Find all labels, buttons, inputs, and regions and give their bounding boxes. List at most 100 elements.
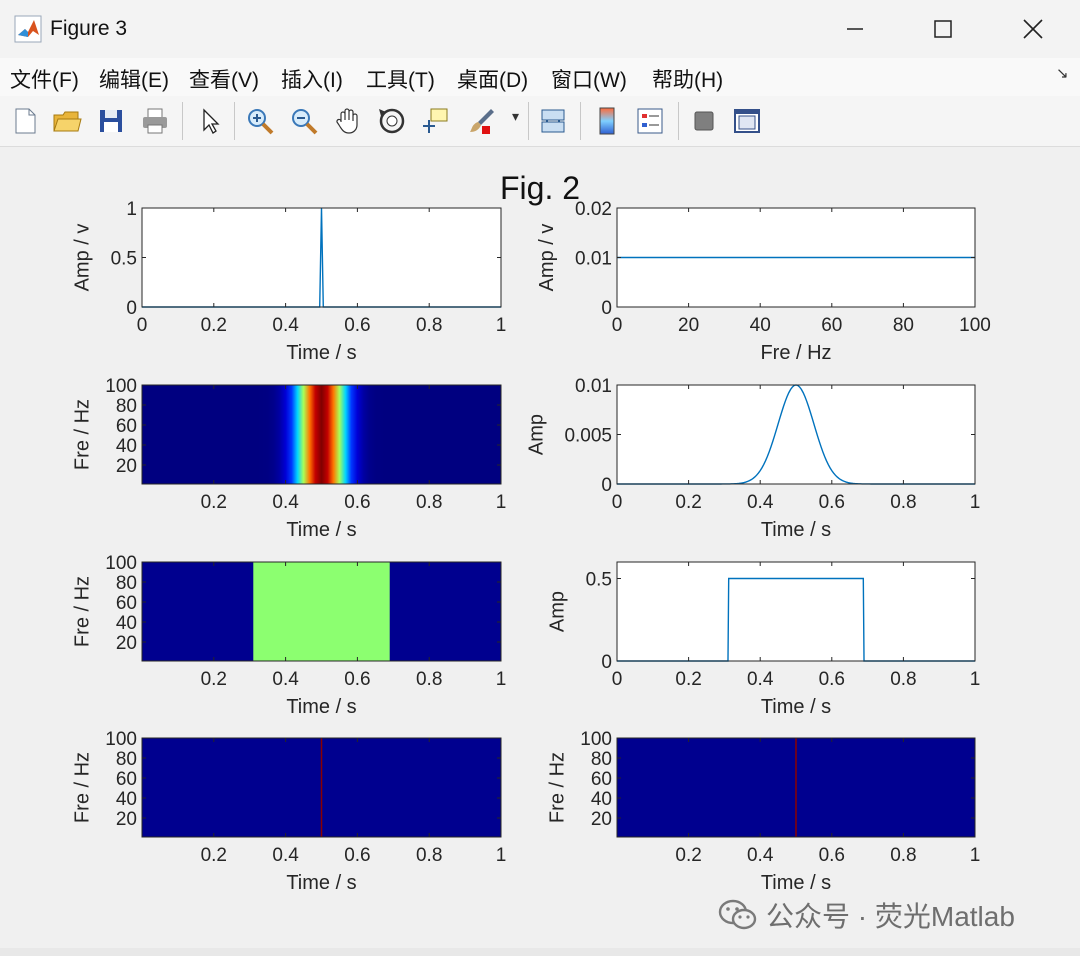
y-tick-label: 20	[116, 456, 137, 477]
y-tick-label: 0.01	[575, 376, 612, 397]
y-tick-label: 20	[116, 633, 137, 654]
x-axis-label: Fre / Hz	[760, 342, 831, 364]
watermark-text: 公众号 · 荧光Matlab	[766, 901, 1015, 932]
x-tick-label: 40	[750, 315, 771, 336]
y-axis-label: Fre / Hz	[547, 752, 569, 823]
x-tick-label: 0.4	[272, 845, 299, 866]
x-tick-label: 100	[959, 315, 991, 336]
x-axis-label: Time / s	[286, 342, 356, 364]
y-tick-label: 1	[126, 199, 137, 220]
y-tick-label: 80	[116, 749, 137, 770]
subplot-flat-spectrum: 0 20 40 60 80 100 0 0.01 0.02 Fre / Hz Amp / v	[536, 199, 991, 364]
x-tick-label: 0.8	[416, 315, 442, 336]
subplot-impulse-signal: 0 0.2 0.4 0.6 0.8 1 0 0.5 1 Time / s Amp / v	[72, 199, 507, 364]
x-tick-label: 0.2	[675, 845, 701, 866]
y-axis-label: Amp / v	[72, 224, 94, 292]
x-tick-label: 20	[678, 315, 699, 336]
y-tick-label: 40	[116, 789, 137, 810]
x-tick-label: 0.2	[675, 492, 701, 513]
x-tick-label: 0.2	[201, 669, 227, 690]
y-tick-label: 60	[591, 769, 612, 790]
x-tick-label: 80	[893, 315, 914, 336]
x-axis-label: Time / s	[286, 696, 356, 718]
y-tick-label: 20	[116, 809, 137, 830]
subplot-gaussian-window: 0 0.2 0.4 0.6 0.8 1 0 0.005 0.01 Time / s Amp	[526, 376, 981, 541]
y-tick-label: 40	[591, 789, 612, 810]
window-bottom-border	[0, 948, 1080, 956]
subplot-grid: 0 0.2 0.4 0.6 0.8 100.51Time / sAmp / v0 20 40 6…	[72, 199, 991, 894]
y-tick-label: 0.5	[111, 249, 137, 270]
y-tick-label: 0	[601, 475, 612, 496]
x-tick-label: 0.4	[272, 669, 299, 690]
y-tick-label: 80	[591, 749, 612, 770]
y-tick-label: 80	[116, 396, 137, 417]
x-tick-label: 1	[496, 845, 507, 866]
x-tick-label: 0.2	[201, 315, 227, 336]
x-tick-label: 0	[612, 492, 623, 513]
x-tick-label: 0.4	[747, 845, 774, 866]
x-tick-label: 0.2	[201, 492, 227, 513]
x-tick-label: 1	[496, 492, 507, 513]
x-tick-label: 0.8	[890, 669, 916, 690]
x-tick-label: 0.6	[344, 669, 370, 690]
x-tick-label: 0.6	[819, 492, 845, 513]
y-axis-label: Fre / Hz	[72, 399, 94, 470]
y-tick-label: 40	[116, 436, 137, 457]
y-tick-label: 100	[105, 553, 137, 574]
subplot-tf-impulse-line-a: 0.2 0.4 0.6 0.8 1 20406080100 Time / s Fre / Hz	[72, 729, 507, 894]
x-tick-label: 0.8	[890, 845, 916, 866]
x-tick-label: 0.8	[890, 492, 916, 513]
y-axis-label: Amp / v	[536, 224, 558, 292]
subplot-tf-gaussian-band: 0.2 0.4 0.6 0.8 1 20406080100 Time / s Fre / Hz	[72, 376, 507, 541]
x-tick-label: 0.6	[344, 315, 370, 336]
x-tick-label: 0.2	[201, 845, 227, 866]
y-tick-label: 60	[116, 769, 137, 790]
x-axis-label: Time / s	[286, 519, 356, 541]
y-axis-label: Amp	[547, 591, 569, 632]
watermark: 公众号 · 荧光Matlab	[718, 895, 1015, 935]
y-tick-label: 0	[601, 298, 612, 319]
x-tick-label: 0	[137, 315, 148, 336]
x-tick-label: 0.8	[416, 845, 442, 866]
y-tick-label: 0.02	[575, 199, 612, 220]
x-tick-label: 0.4	[272, 315, 299, 336]
x-tick-label: 0.4	[272, 492, 299, 513]
y-tick-label: 20	[591, 809, 612, 830]
heatmap-image	[142, 385, 501, 484]
axes-background	[617, 385, 975, 484]
y-axis-label: Fre / Hz	[72, 576, 94, 647]
subplot-tf-rect-band: 0.2 0.4 0.6 0.8 1 20406080100 Time / s Fre / Hz	[72, 553, 507, 718]
x-tick-label: 1	[496, 669, 507, 690]
y-tick-label: 100	[580, 729, 612, 750]
y-tick-label: 60	[116, 593, 137, 614]
x-tick-label: 0.2	[675, 669, 701, 690]
x-tick-label: 0.6	[819, 669, 845, 690]
y-tick-label: 0	[601, 652, 612, 673]
y-tick-label: 0	[126, 298, 137, 319]
y-tick-label: 0.005	[564, 426, 612, 447]
y-axis-label: Amp	[526, 414, 548, 455]
x-axis-label: Time / s	[286, 872, 356, 894]
x-tick-label: 0.6	[819, 845, 845, 866]
x-tick-label: 0.6	[344, 492, 370, 513]
heatmap-band	[253, 562, 390, 661]
x-tick-label: 0.8	[416, 492, 442, 513]
y-tick-label: 60	[116, 416, 137, 437]
y-axis-label: Fre / Hz	[72, 752, 94, 823]
x-tick-label: 1	[970, 669, 981, 690]
y-tick-label: 0.5	[586, 570, 612, 591]
y-tick-label: 80	[116, 573, 137, 594]
x-axis-label: Time / s	[761, 696, 831, 718]
subplot-tf-impulse-line-b: 0.2 0.4 0.6 0.8 1 20406080100 Time / s Fre / Hz	[547, 729, 981, 894]
axes-background	[617, 562, 975, 661]
figure-window: Figure 3 文件(F) 编辑(E) 查看(V) 插入(I) 工具(T) 桌…	[0, 0, 1080, 956]
x-tick-label: 0	[612, 315, 623, 336]
x-tick-label: 0.4	[747, 669, 774, 690]
x-tick-label: 1	[496, 315, 507, 336]
x-tick-label: 1	[970, 845, 981, 866]
x-tick-label: 1	[970, 492, 981, 513]
y-tick-label: 100	[105, 376, 137, 397]
x-tick-label: 0.6	[344, 845, 370, 866]
x-tick-label: 0.8	[416, 669, 442, 690]
x-axis-label: Time / s	[761, 519, 831, 541]
